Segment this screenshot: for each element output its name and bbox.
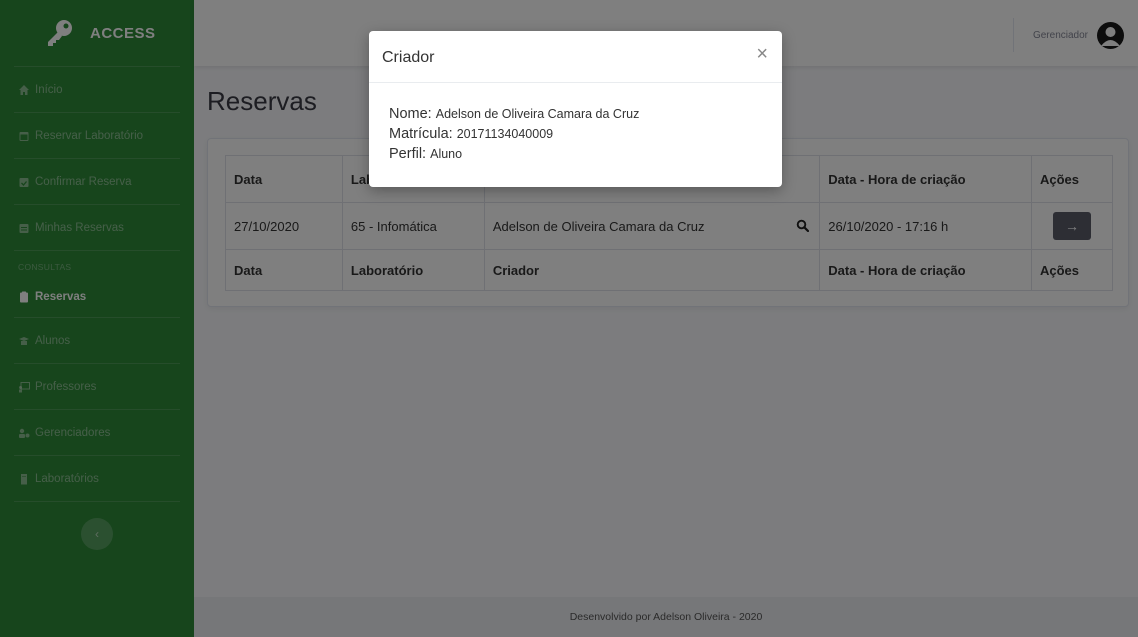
- perfil-label: Perfil:: [389, 146, 427, 162]
- modal-header: Criador ×: [369, 31, 782, 83]
- nome-value: Adelson de Oliveira Camara da Cruz: [435, 107, 640, 121]
- close-icon[interactable]: ×: [756, 44, 768, 64]
- modal-title: Criador: [382, 49, 435, 66]
- nome-line: Nome: Adelson de Oliveira Camara da Cruz: [389, 104, 782, 124]
- perfil-line: Perfil: Aluno: [389, 144, 782, 164]
- perfil-value: Aluno: [430, 147, 463, 161]
- modal-body: Nome: Adelson de Oliveira Camara da Cruz…: [369, 83, 782, 164]
- matricula-line: Matrícula: 20171134040009: [389, 124, 782, 144]
- matricula-value: 20171134040009: [456, 127, 554, 141]
- matricula-label: Matrícula:: [389, 126, 453, 142]
- nome-label: Nome:: [389, 106, 432, 122]
- criador-modal: Criador × Nome: Adelson de Oliveira Cama…: [369, 31, 782, 187]
